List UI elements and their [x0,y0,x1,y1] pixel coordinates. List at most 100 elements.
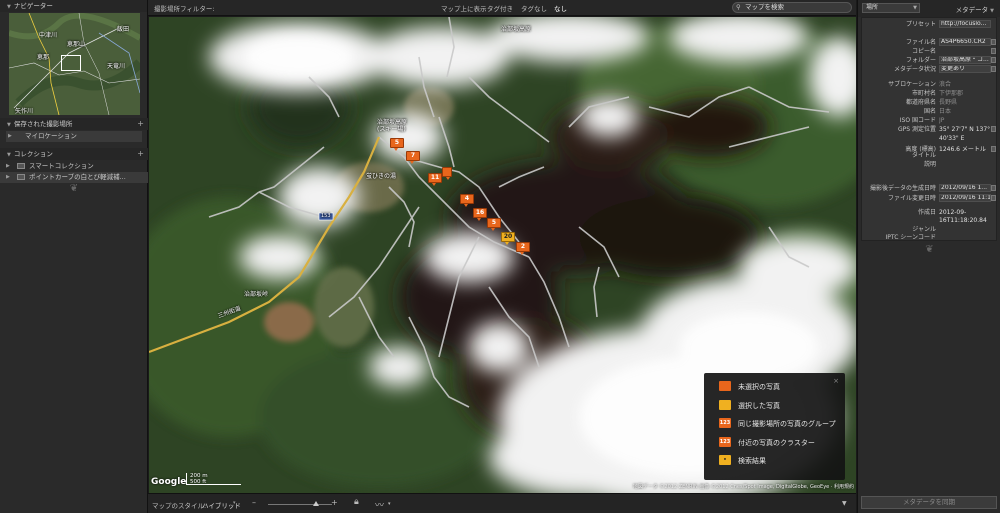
collections-title: コレクション [13,150,53,158]
metadata-key: タイトル [911,152,936,159]
nav-label: 天竜川 [107,63,126,70]
metadata-row: タイトル [862,151,998,160]
field-action-icon[interactable] [991,66,996,72]
metadata-title[interactable]: メタデータ ▼ [956,4,994,14]
field-action-icon[interactable] [991,57,996,63]
metadata-key: ISO 国コード [899,117,936,124]
zoom-slider-track[interactable] [268,504,332,505]
map-place-label: 治部坂峠 [244,291,269,298]
field-action-icon[interactable] [991,185,996,191]
scale-feet: 500 ft [190,479,207,485]
legend-item: 123 同じ撮影場所の写真のグループ [719,418,845,437]
zoom-slider-thumb[interactable] [313,501,319,506]
triangle-down-icon: ▼ [7,4,11,10]
search-result-icon: • [719,455,731,465]
zoom-out-button[interactable]: – [252,498,256,507]
photo-marker[interactable]: 16 [473,208,487,221]
tracklog-icon[interactable]: 〰 [375,498,384,511]
filter-option-visible[interactable]: マップ上に表示 [441,3,487,13]
metadata-value: 35° 27'7" N 137° [939,126,991,133]
map-attribution[interactable]: 地図データ ©2012 ZENRIN 画像 ©2012 Cnes/Spot Im… [633,483,854,490]
filter-option-untagged[interactable]: タグなし [521,3,547,13]
route-shield-label: 153 [321,213,331,219]
photo-marker[interactable]: 4 [460,194,474,207]
navigator-header[interactable]: ▼ ナビゲーター [0,0,147,12]
lock-icon[interactable]: 🔒︎ [354,497,359,507]
filter-option-tagged[interactable]: タグ付き [487,3,513,13]
left-panel: ▼ ナビゲーター 中津川 恵那山 飯田 恵那 天竜川 矢作川 ▼ 保存された撮影場所… [0,0,148,513]
collection-item[interactable]: ▶ ポイントカーブの白とび軽減補... [0,172,148,183]
metadata-preset-select[interactable]: 場所 ▼ [862,3,920,13]
metadata-key: 説明 [923,161,936,168]
navigator-title: ナビゲーター [13,2,53,10]
field-action-icon[interactable] [991,48,996,54]
metadata-row: 撮影後データの生成日時 2012/09/16 1... [862,184,998,193]
photo-marker-selected[interactable]: 20 [501,232,515,245]
saved-location-item[interactable]: ▶ マイロケーション [6,131,142,142]
metadata-value[interactable]: http://focuslo... [939,20,991,28]
legend-label: 検索結果 [738,457,766,465]
metadata-row: IPTC シーンコード [862,233,998,242]
metadata-row: フォルダー 治部坂高原・コ... [862,56,998,65]
field-action-icon[interactable] [991,126,996,132]
photo-marker[interactable] [442,167,452,180]
map-place-label: 蛍ひきの湯 [366,173,397,180]
nav-label: 恵那 [37,54,50,61]
toolbar-menu-icon[interactable]: ▼ [842,500,847,507]
photo-marker[interactable]: 5 [487,218,501,231]
map-search-input[interactable]: ⚲ マップを検索 [732,2,852,13]
zoom-in-button[interactable]: + [331,498,338,507]
metadata-row: 説明 [862,160,998,169]
map-legend: × 未選択の写真 選択した写真 123 同じ撮影場所の写真のグループ 123 付… [704,373,845,480]
metadata-row: 市町村名 下伊那郡 [862,89,998,98]
add-location-icon[interactable]: + [137,118,144,130]
metadata-row: 40'33" E [862,134,998,143]
metadata-key: ファイル名 [905,39,936,46]
chevron-down-icon[interactable]: ▾ [388,501,391,507]
chevron-down-icon: ▼ [913,5,917,11]
map-view[interactable]: 治部坂高原 治部坂高原 (スキー場) 蛍ひきの湯 153 治部坂峠 三州街道 5… [149,17,856,493]
metadata-row: コピー名 [862,47,998,56]
metadata-value[interactable]: 治部坂高原・コ... [939,56,991,64]
saved-locations-title: 保存された撮影場所 [13,120,73,128]
metadata-value[interactable]: 2012/09/16 1... [939,184,991,192]
collections-header[interactable]: ▼ コレクション + [0,148,148,160]
metadata-key: GPS 測定位置 [898,126,936,133]
metadata-value: 浪合 [939,81,952,88]
metadata-key: プリセット [905,21,936,28]
map-place-label: 治部坂高原 (スキー場) [377,119,408,133]
panel-end-ornament: ❦ [69,183,79,194]
collection-label: ポイントカーブの白とび軽減補... [29,173,126,181]
metadata-row: 国名 日本 [862,107,998,116]
metadata-key: フォルダー [905,57,936,64]
field-action-icon[interactable] [991,195,996,201]
metadata-row: 都道府県名 長野県 [862,98,998,107]
metadata-value[interactable]: 変更あり [939,65,991,73]
chevron-down-icon[interactable]: ▾ [233,500,236,506]
sync-metadata-button[interactable]: メタデータを同期 [861,496,997,509]
map-scale: 200 m 500 ft [186,473,241,485]
map-search-placeholder: マップを検索 [745,3,784,11]
photo-marker[interactable]: 11 [428,173,442,186]
photo-marker[interactable]: 5 [390,138,404,151]
metadata-row: ISO 国コード JP [862,116,998,125]
legend-item: • 検索結果 [719,455,845,474]
metadata-value: 40'33" E [939,135,965,142]
legend-label: 付近の写真のクラスター [738,438,815,447]
navigator-thumbnail[interactable]: 中津川 恵那山 飯田 恵那 天竜川 矢作川 [9,13,140,115]
viewport-rectangle[interactable] [61,55,81,71]
collection-item[interactable]: ▶ スマートコレクション [0,161,148,172]
metadata-key: 都道府県名 [905,99,936,106]
metadata-value[interactable]: 2012/09/16 11:18... [939,194,991,202]
metadata-key: メタデータ状況 [893,66,936,73]
saved-locations-header[interactable]: ▼ 保存された撮影場所 + [0,118,148,130]
metadata-key: サブロケーション [888,81,936,88]
metadata-row: メタデータ状況 変更あり [862,65,998,74]
photo-marker[interactable]: 2 [516,242,530,255]
preset-select-value: 場所 [866,4,879,11]
metadata-value[interactable]: AS4P6650.CR2 [939,38,991,46]
filter-option-none[interactable]: なし [554,3,567,13]
field-action-icon[interactable] [991,39,996,45]
photo-marker[interactable]: 7 [406,151,420,164]
add-collection-icon[interactable]: + [137,148,144,160]
